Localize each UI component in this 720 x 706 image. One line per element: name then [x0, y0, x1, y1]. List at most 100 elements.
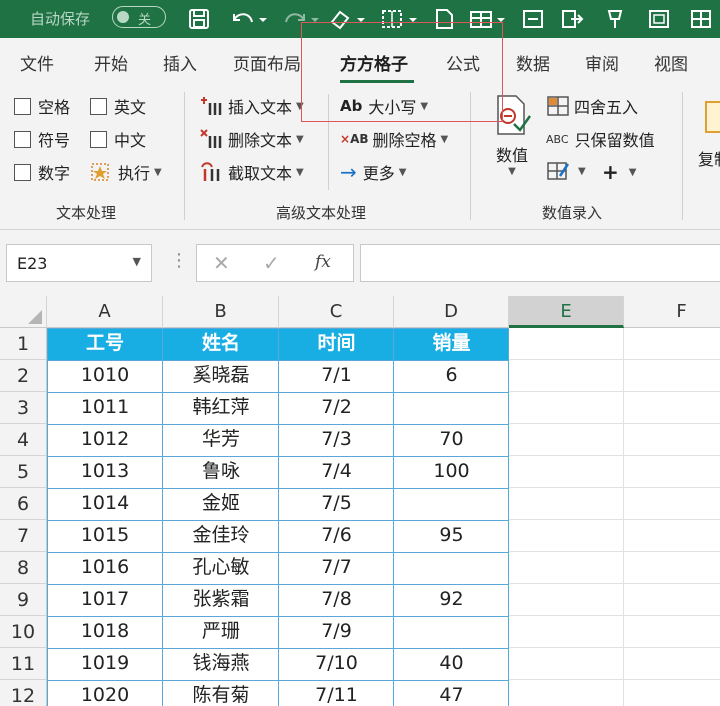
row-header-5[interactable]: 5: [0, 456, 47, 488]
table-cell[interactable]: 金佳玲: [163, 520, 279, 552]
table-cell[interactable]: 1010: [47, 360, 163, 392]
table-cell[interactable]: 鲁咏: [163, 456, 279, 488]
table-cell[interactable]: 1019: [47, 648, 163, 680]
undo-icon[interactable]: [226, 4, 270, 34]
row-header-11[interactable]: 11: [0, 648, 47, 680]
extract-text-button[interactable]: 截取文本 ▼: [200, 160, 304, 184]
table-cell[interactable]: [394, 552, 509, 584]
tab-data[interactable]: 数据: [516, 50, 550, 75]
more-button[interactable]: → 更多 ▼: [340, 160, 406, 184]
round-button[interactable]: 四舍五入: [546, 94, 638, 118]
table-cell[interactable]: 华芳: [163, 424, 279, 456]
column-header-f[interactable]: F: [624, 296, 720, 328]
insert-text-button[interactable]: 插入文本 ▼: [200, 94, 304, 118]
table-cell[interactable]: 钱海燕: [163, 648, 279, 680]
checkbox-number[interactable]: 数字: [14, 160, 70, 184]
table-cell[interactable]: 孔心敏: [163, 552, 279, 584]
checkbox-english[interactable]: 英文: [90, 94, 146, 118]
table-header-cell[interactable]: 姓名: [163, 328, 279, 360]
row-header-12[interactable]: 12: [0, 680, 47, 706]
table-cell[interactable]: 1015: [47, 520, 163, 552]
table-header-cell[interactable]: 销量: [394, 328, 509, 360]
table-cell[interactable]: 70: [394, 424, 509, 456]
sheet-icon[interactable]: [644, 4, 674, 34]
table-cell[interactable]: 7/2: [279, 392, 394, 424]
tab-insert[interactable]: 插入: [163, 50, 197, 75]
tab-file[interactable]: 文件: [20, 50, 54, 75]
checkbox-symbol[interactable]: 符号: [14, 127, 70, 151]
table-cell[interactable]: 7/3: [279, 424, 394, 456]
table-cell[interactable]: [394, 392, 509, 424]
table-cell[interactable]: 金姬: [163, 488, 279, 520]
insert-function-icon[interactable]: fx: [315, 252, 331, 272]
checkbox-space[interactable]: 空格: [14, 94, 70, 118]
column-header-c[interactable]: C: [279, 296, 394, 328]
table-cell[interactable]: 1016: [47, 552, 163, 584]
row-header-4[interactable]: 4: [0, 424, 47, 456]
table-cell[interactable]: 7/9: [279, 616, 394, 648]
delete-text-button[interactable]: 删除文本 ▼: [200, 127, 304, 151]
table-cell[interactable]: 7/5: [279, 488, 394, 520]
fit-icon[interactable]: [518, 4, 548, 34]
table-cell[interactable]: 7/7: [279, 552, 394, 584]
table-cell[interactable]: 6: [394, 360, 509, 392]
chevron-down-icon[interactable]: ▼: [133, 255, 141, 268]
row-header-2[interactable]: 2: [0, 360, 47, 392]
more-vertical-icon[interactable]: ⋮: [170, 250, 188, 271]
table-cell[interactable]: 1020: [47, 680, 163, 706]
edit-cells-button[interactable]: ▼: [546, 160, 586, 182]
table-cell[interactable]: [394, 488, 509, 520]
tab-review[interactable]: 审阅: [585, 50, 619, 75]
autosave-toggle[interactable]: 关: [112, 6, 166, 28]
row-header-8[interactable]: 8: [0, 552, 47, 584]
checkbox-chinese[interactable]: 中文: [90, 127, 146, 151]
table-cell[interactable]: 7/11: [279, 680, 394, 706]
save-icon[interactable]: [184, 4, 214, 34]
row-header-1[interactable]: 1: [0, 328, 47, 360]
table-cell[interactable]: 47: [394, 680, 509, 706]
table-cell[interactable]: 7/1: [279, 360, 394, 392]
table-cell[interactable]: 1018: [47, 616, 163, 648]
row-header-3[interactable]: 3: [0, 392, 47, 424]
copy-icon[interactable]: [698, 98, 720, 138]
table-cell[interactable]: 张紫霜: [163, 584, 279, 616]
confirm-icon[interactable]: ✓: [263, 251, 280, 275]
row-header-7[interactable]: 7: [0, 520, 47, 552]
table-cell[interactable]: 严珊: [163, 616, 279, 648]
table-cell[interactable]: 1013: [47, 456, 163, 488]
table-cell[interactable]: 1012: [47, 424, 163, 456]
table-header-cell[interactable]: 时间: [279, 328, 394, 360]
add-button[interactable]: + ▼: [602, 160, 636, 184]
column-header-d[interactable]: D: [394, 296, 509, 328]
table-cell[interactable]: 1017: [47, 584, 163, 616]
table-cell[interactable]: 40: [394, 648, 509, 680]
grid-icon[interactable]: [686, 4, 716, 34]
tab-page-layout[interactable]: 页面布局: [233, 50, 301, 75]
keep-value-button[interactable]: ABC 只保留数值: [546, 127, 655, 151]
table-cell[interactable]: 7/8: [279, 584, 394, 616]
table-cell[interactable]: 92: [394, 584, 509, 616]
table-cell[interactable]: 7/10: [279, 648, 394, 680]
row-header-9[interactable]: 9: [0, 584, 47, 616]
table-cell[interactable]: 奚晓磊: [163, 360, 279, 392]
column-header-e[interactable]: E: [509, 296, 624, 328]
table-cell[interactable]: 100: [394, 456, 509, 488]
row-header-10[interactable]: 10: [0, 616, 47, 648]
table-cell[interactable]: 1014: [47, 488, 163, 520]
column-header-b[interactable]: B: [163, 296, 279, 328]
execute-button[interactable]: 执行 ▼: [90, 160, 162, 184]
row-header-6[interactable]: 6: [0, 488, 47, 520]
select-all-corner[interactable]: [0, 296, 47, 328]
table-cell[interactable]: 1011: [47, 392, 163, 424]
name-box[interactable]: E23 ▼: [6, 244, 152, 282]
table-cell[interactable]: 韩红萍: [163, 392, 279, 424]
tab-home[interactable]: 开始: [94, 50, 128, 75]
column-header-a[interactable]: A: [47, 296, 163, 328]
cancel-icon[interactable]: ✕: [213, 251, 230, 275]
table-cell[interactable]: 7/4: [279, 456, 394, 488]
table-cell[interactable]: [394, 616, 509, 648]
pin-icon[interactable]: [600, 4, 630, 34]
table-cell[interactable]: 95: [394, 520, 509, 552]
table-header-cell[interactable]: 工号: [47, 328, 163, 360]
table-cell[interactable]: 7/6: [279, 520, 394, 552]
